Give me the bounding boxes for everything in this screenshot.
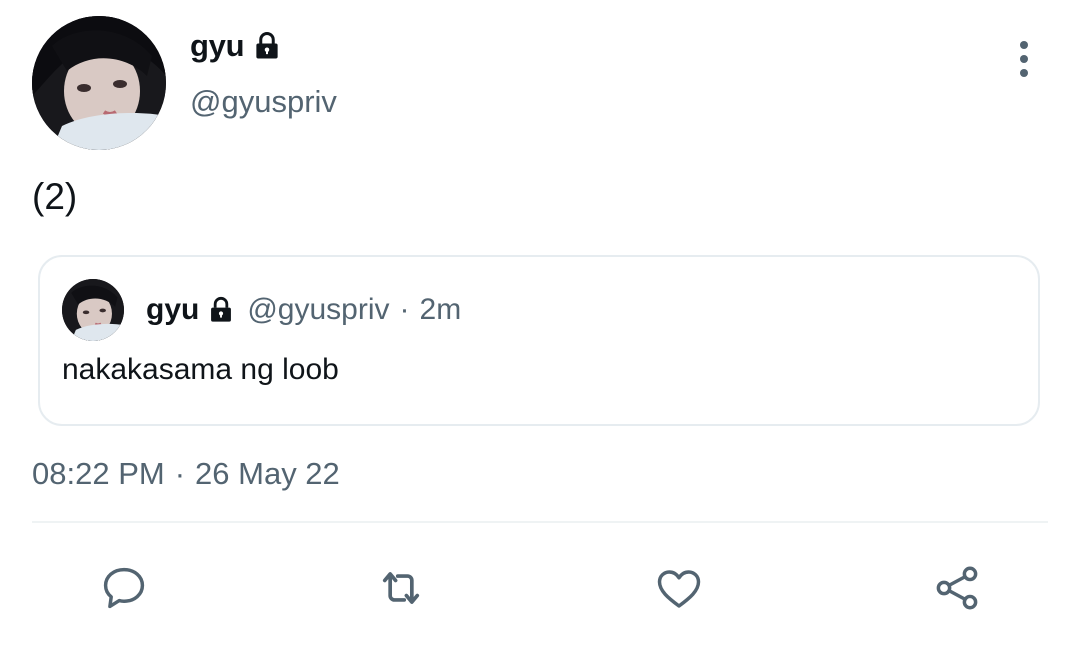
tweet-date: 26 May 22 (195, 456, 340, 491)
quoted-author-handle: @gyuspriv (247, 293, 390, 326)
share-icon (936, 566, 978, 610)
avatar-image (62, 279, 124, 341)
tweet-time: 08:22 PM (32, 456, 165, 491)
separator-dot: · (174, 456, 186, 491)
tweet-text: (2) (32, 176, 78, 217)
divider (32, 521, 1048, 523)
author-display-name[interactable]: gyu (190, 28, 245, 64)
author-handle[interactable]: @gyuspriv (190, 84, 337, 120)
reply-button[interactable] (96, 560, 152, 616)
like-button[interactable] (651, 560, 707, 616)
quoted-author-avatar (62, 279, 124, 341)
retweet-button[interactable] (373, 560, 429, 616)
quoted-tweet-card[interactable]: gyu @gyuspriv · 2m nakakasama ng loob (38, 255, 1040, 426)
avatar-image (32, 16, 166, 150)
quoted-tweet-text: nakakasama ng loob (62, 353, 339, 386)
lock-icon (211, 296, 232, 322)
quoted-author-display-name: gyu (146, 293, 200, 326)
reply-icon (103, 567, 145, 609)
more-options-icon[interactable] (1010, 40, 1038, 78)
author-name-row[interactable]: gyu (190, 24, 282, 68)
quoted-tweet-header: gyu @gyuspriv · 2m (62, 279, 461, 341)
separator-dot: · (399, 293, 410, 326)
lock-icon (256, 32, 278, 59)
tweet-timestamp: 08:22 PM · 26 May 22 (32, 456, 340, 492)
like-icon (657, 570, 701, 608)
share-button[interactable] (929, 560, 985, 616)
quoted-tweet-time: 2m (419, 293, 462, 326)
retweet-icon (382, 572, 420, 604)
author-avatar[interactable] (32, 16, 166, 150)
